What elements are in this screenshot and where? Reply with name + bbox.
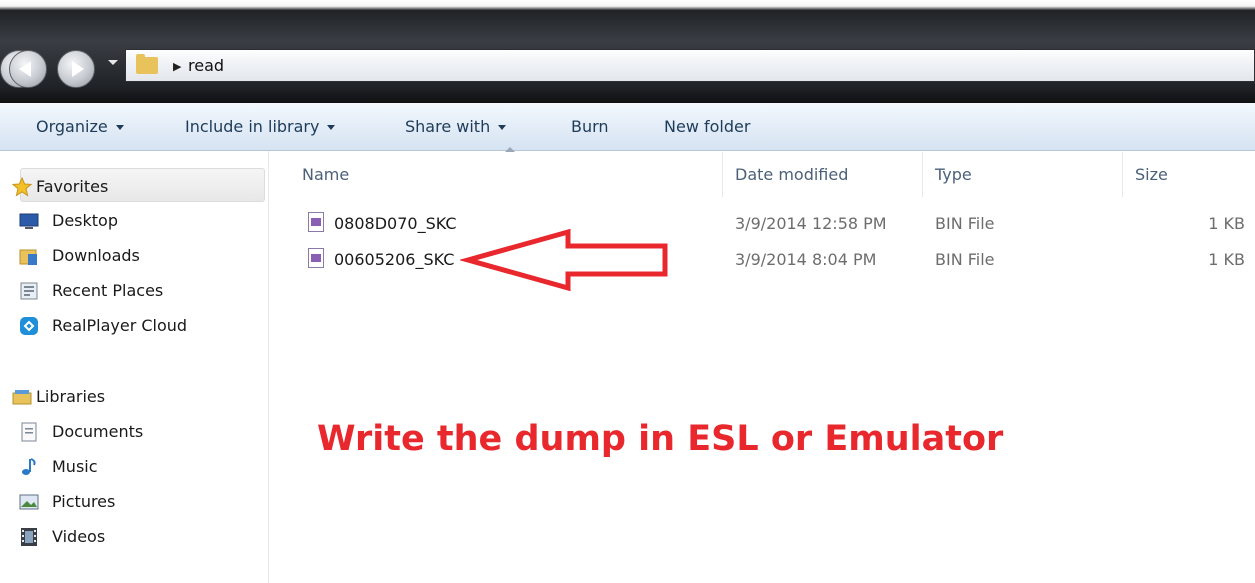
column-divider[interactable] [1122,152,1123,197]
sort-ascending-icon [505,147,515,152]
forward-arrow-icon [72,61,84,77]
nav-item-label: Recent Places [52,281,164,300]
nav-libraries[interactable]: Libraries [12,383,106,411]
recent-locations-dropdown-icon[interactable] [108,60,118,65]
realplayer-cloud-icon [20,317,38,335]
music-icon [22,458,36,475]
breadcrumb-chevron-icon[interactable]: ▶ [173,60,181,73]
include-in-library-label: Include in library [185,117,320,136]
navigation-pane [0,151,269,583]
new-folder-label: New folder [664,117,751,136]
column-divider[interactable] [722,152,723,197]
file-row[interactable]: 0808D070_SKC 3/9/2014 12:58 PM BIN File … [300,208,1255,238]
videos-icon [21,528,37,546]
burn-label: Burn [571,117,609,136]
red-arrow-annotation [460,228,668,292]
documents-icon [21,422,37,442]
file-row[interactable]: 00605206_SKC 3/9/2014 8:04 PM BIN File 1… [300,244,1255,274]
downloads-icon [19,249,37,265]
nav-item-videos[interactable]: Videos [21,524,106,550]
nav-item-downloads[interactable]: Downloads [19,243,140,269]
desktop-icon [19,213,39,229]
nav-item-label: Desktop [52,211,118,230]
organize-label: Organize [36,117,108,136]
column-header-type[interactable]: Type [935,165,972,184]
nav-libraries-label: Libraries [36,387,106,406]
include-in-library-menu[interactable]: Include in library [185,117,336,136]
file-size: 1 KB [1208,214,1245,233]
star-icon [12,177,32,197]
organize-menu[interactable]: Organize [36,117,124,136]
share-with-menu[interactable]: Share with [405,117,507,136]
chevron-down-icon [327,125,336,130]
nav-item-pictures[interactable]: Pictures [19,489,116,515]
recent-places-icon [20,282,38,300]
burn-button[interactable]: Burn [571,117,609,136]
forward-button[interactable] [57,50,95,88]
nav-favorites-label: Favorites [36,177,109,196]
back-arrow-icon [19,61,31,77]
chevron-down-icon [498,125,507,130]
nav-item-label: Pictures [52,492,116,511]
column-header-name[interactable]: Name [302,165,349,184]
share-with-label: Share with [405,117,491,136]
column-header-size[interactable]: Size [1135,165,1168,184]
file-size: 1 KB [1208,250,1245,269]
annotation-caption: Write the dump in ESL or Emulator [317,419,1004,459]
pictures-icon [19,494,39,510]
nav-item-documents[interactable]: Documents [21,419,144,445]
nav-item-label: Videos [52,527,106,546]
nav-item-desktop[interactable]: Desktop [19,208,118,234]
nav-item-label: Documents [52,422,144,441]
folder-icon [136,54,158,74]
nav-item-label: Music [52,457,98,476]
column-header-date-modified[interactable]: Date modified [735,165,848,184]
bin-file-icon [308,248,324,268]
breadcrumb-current-folder[interactable]: read [188,56,224,75]
file-date-modified: 3/9/2014 8:04 PM [735,250,877,269]
file-name: 0808D070_SKC [334,214,457,233]
nav-item-label: RealPlayer Cloud [52,316,188,335]
column-divider[interactable] [922,152,923,197]
nav-favorites[interactable]: Favorites [12,173,109,201]
command-bar: Organize Include in library Share with B… [0,103,1255,151]
libraries-icon [12,390,32,405]
nav-item-music[interactable]: Music [22,454,98,480]
file-name: 00605206_SKC [334,250,455,269]
nav-item-realplayer-cloud[interactable]: RealPlayer Cloud [20,313,188,339]
back-button-visual[interactable] [9,50,47,88]
file-date-modified: 3/9/2014 12:58 PM [735,214,887,233]
file-type: BIN File [935,214,995,233]
file-type: BIN File [935,250,995,269]
nav-item-label: Downloads [52,246,140,265]
new-folder-button[interactable]: New folder [664,117,750,136]
bin-file-icon [308,212,324,232]
nav-item-recent-places[interactable]: Recent Places [20,278,164,304]
address-bar[interactable]: ▶ read [125,49,1255,82]
chevron-down-icon [115,125,124,130]
